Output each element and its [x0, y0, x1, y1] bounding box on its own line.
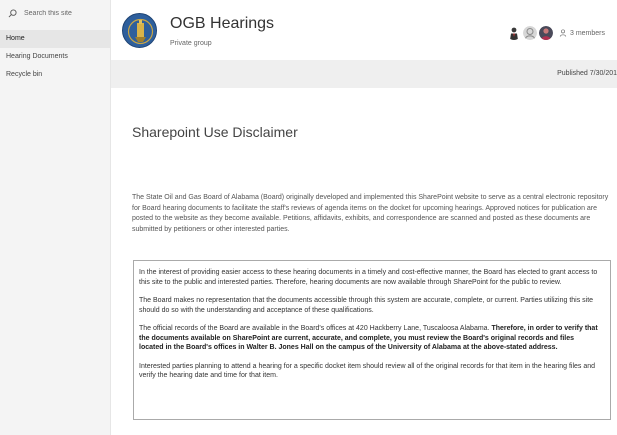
person-icon: [559, 29, 567, 37]
group-members[interactable]: 3 members: [505, 26, 605, 40]
search-input[interactable]: [24, 9, 104, 17]
site-logo[interactable]: [122, 13, 157, 48]
disclaimer-paragraph-3: The official records of the Board are av…: [139, 324, 600, 353]
nav-item-hearing-documents[interactable]: Hearing Documents: [0, 48, 111, 66]
disclaimer-address-text: The official records of the Board are av…: [139, 325, 490, 332]
member-avatar-1[interactable]: [506, 26, 521, 40]
nav-item-home[interactable]: Home: [0, 30, 111, 48]
command-bar: Published 7/30/201: [111, 60, 617, 88]
page-title: Sharepoint Use Disclaimer: [132, 124, 298, 140]
members-count[interactable]: 3 members: [559, 29, 605, 37]
site-header: OGB Hearings Private group 3 members: [111, 0, 617, 60]
intro-paragraph: The State Oil and Gas Board of Alabama (…: [132, 194, 609, 233]
disclaimer-paragraph-2: The Board makes no representation that t…: [139, 297, 594, 314]
members-label: 3 members: [569, 29, 605, 37]
disclaimer-box: In the interest of providing easier acce…: [133, 260, 611, 420]
disclaimer-paragraph-1: In the interest of providing easier acce…: [139, 269, 598, 286]
site-title[interactable]: OGB Hearings: [170, 15, 274, 33]
nav-list: Home Hearing Documents Recycle bin: [0, 30, 111, 84]
nav-item-recycle-bin[interactable]: Recycle bin: [0, 66, 111, 84]
site-search[interactable]: [8, 6, 106, 20]
search-icon: [8, 8, 17, 17]
disclaimer-paragraph-4: Interested parties planning to attend a …: [139, 362, 596, 380]
member-avatar-3[interactable]: [538, 26, 553, 40]
left-navigation: Home Hearing Documents Recycle bin: [0, 0, 111, 435]
published-status: Published 7/30/201: [557, 70, 617, 77]
member-avatar-2[interactable]: [522, 26, 537, 40]
site-subtitle: Private group: [170, 40, 212, 47]
page-content: Sharepoint Use Disclaimer The State Oil …: [111, 88, 617, 435]
